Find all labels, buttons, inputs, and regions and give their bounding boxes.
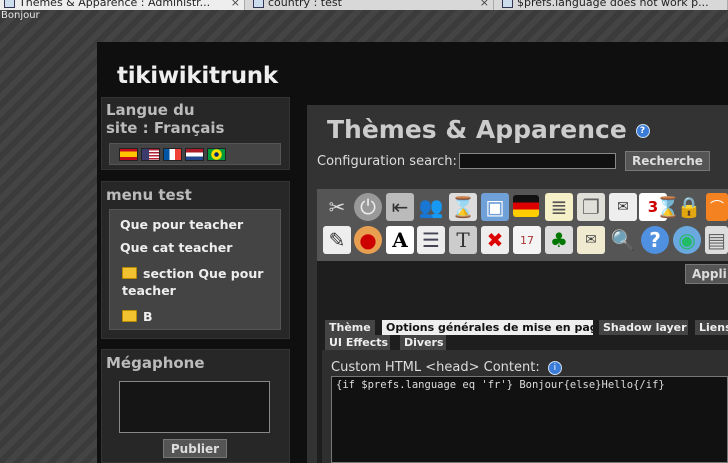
brazil-flag-icon[interactable] [207,148,226,161]
publish-button[interactable]: Publier [163,439,227,458]
tab-links[interactable]: Liens [695,320,728,335]
tab-shadow-layer[interactable]: Shadow layer [599,320,688,335]
globe-icon[interactable]: ◉ [673,226,701,254]
logout-door-icon[interactable]: ⇤ [386,193,414,221]
browser-tab-prefs[interactable]: $prefs.language does not work p... [498,0,728,10]
custom-head-textarea[interactable]: {if $prefs.language eq 'fr'} Bonjour{els… [331,376,728,463]
close-tab-icon[interactable]: × [480,0,489,9]
browser-tab-admin[interactable]: Thèmes & Apparence : Administr... × [0,0,245,10]
users-icon[interactable]: 👥 [417,193,445,221]
custom-head-label: Custom HTML <head> Content: i [331,360,562,375]
page-title: Thèmes & Apparence ? [327,115,650,144]
palette-icon[interactable]: ● [354,226,382,254]
menu-item-section-que-pour-teacher[interactable]: section Que pour teacher [122,265,263,299]
menu-item-label: section Que pour [143,266,264,281]
calendar-17-icon[interactable]: 17 [513,226,541,254]
browser-tab-title: Thèmes & Apparence : Administr... [19,0,211,9]
megaphone-module-title: Mégaphone [106,354,205,372]
megaphone-textarea[interactable] [119,381,270,433]
font-icon[interactable]: A [386,226,414,254]
menu-item-b[interactable]: B [122,309,153,324]
power-icon[interactable]: ⏻ [354,193,382,221]
tab-general-layout-options[interactable]: Options générales de mise en page [382,320,593,335]
tab-theme[interactable]: Thème [325,320,375,335]
search-icon[interactable]: 🔍 [609,226,637,254]
help-icon[interactable]: ? [635,124,650,138]
language-title-line1: Langue du [106,101,195,119]
package-icon[interactable]: ▤ [705,226,728,254]
hourglass-icon[interactable]: ⌛ [449,193,477,221]
custom-head-label-text: Custom HTML <head> Content: [331,360,540,375]
language-module: Langue du site : Français [101,97,290,170]
admin-icon-bar: ✂ ⏻ ⇤ 👥 ⌛ ▣ ≣ ❐ ✉ 3 ⌛ 🔒 ⌒ ✎ ● A ☰ T ✖ 17… [317,189,728,261]
delete-icon[interactable]: ✖ [481,226,509,254]
german-flag-icon[interactable] [513,195,539,217]
site-title[interactable]: tikiwikitrunk [117,63,278,89]
greeting-text: Bonjour [1,10,40,21]
mail-icon[interactable]: ✉ [609,193,637,221]
browser-tab-title: $prefs.language does not work p... [517,0,709,9]
page-icon [253,0,264,8]
french-flag-icon[interactable] [163,148,182,161]
folder-icon [122,267,137,279]
flag-list [109,143,281,165]
tab-ui-effects[interactable]: UI Effects [325,335,390,350]
config-search-label: Configuration search: [317,154,457,169]
help-icon[interactable]: ? [641,226,669,254]
page-icon [502,0,513,8]
browser-tab-strip: Thèmes & Apparence : Administr... × coun… [0,0,728,10]
apply-button[interactable]: Appli [685,264,728,284]
rss-icon[interactable]: ⌒ [706,193,728,221]
megaphone-module: Mégaphone Publier [101,349,290,463]
text-block-icon[interactable]: T [449,226,477,254]
letter-icon[interactable]: ✉ [577,226,605,254]
menu-item-que-pour-teacher[interactable]: Que pour teacher [120,217,243,232]
folder-icon [122,310,137,322]
page-title-text: Thèmes & Apparence [327,115,627,144]
tab-divers[interactable]: Divers [400,335,446,350]
tree-icon[interactable]: ♣ [545,226,573,254]
search-button[interactable]: Recherche [625,151,710,171]
us-flag-icon[interactable] [141,148,160,161]
tools-icon[interactable]: ✂ [323,193,351,221]
list-icon[interactable]: ☰ [417,226,445,254]
lock-icon[interactable]: 🔒 [675,193,703,221]
config-search-input[interactable] [459,153,616,169]
page-icon [4,0,15,8]
image-icon[interactable]: ▣ [481,193,509,221]
language-title-line2: site : Français [106,119,225,137]
browser-tab-country[interactable]: country : test × [249,0,494,10]
menu-list: Que pour teacher Que cat teacher section… [109,209,281,330]
language-module-title: Langue du site : Français [102,98,289,137]
dutch-flag-icon[interactable] [185,148,204,161]
menu-item-que-cat-teacher[interactable]: Que cat teacher [120,240,232,255]
close-tab-icon[interactable]: × [231,0,240,9]
browser-tab-title: country : test [268,0,342,9]
notepad-icon[interactable]: ≣ [545,193,573,221]
menu-item-label: teacher [122,283,176,298]
menu-module-title: menu test [106,186,192,204]
documents-icon[interactable]: ❐ [577,193,605,221]
edit-document-icon[interactable]: ✎ [323,226,351,254]
menu-module: menu test Que pour teacher Que cat teach… [101,181,290,339]
spanish-flag-icon[interactable] [119,148,138,161]
menu-item-label: B [143,309,153,324]
info-icon[interactable]: i [547,360,562,375]
